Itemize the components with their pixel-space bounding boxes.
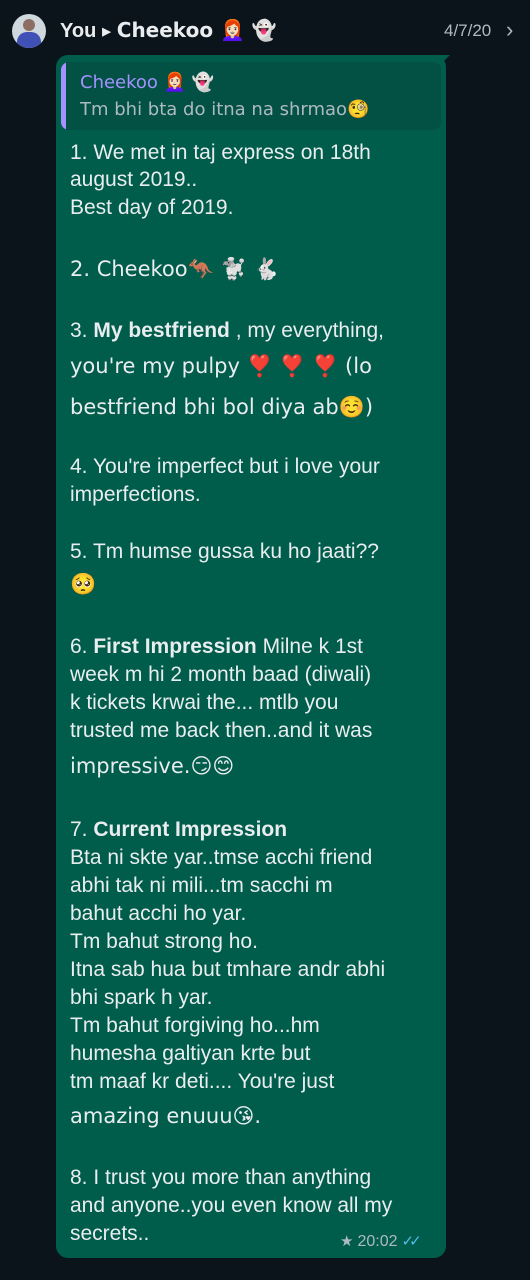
- arrow-right-icon: ▶: [102, 26, 111, 38]
- star-icon: ★: [340, 1233, 354, 1250]
- message-line: imperfections.: [70, 483, 201, 506]
- message-line: you're my pulpy ❣️ ❣️ ❣️ (lo: [70, 354, 372, 378]
- quoted-sender: Cheekoo 👩🏻‍🦰 👻: [80, 72, 215, 93]
- message-date: 4/7/20: [444, 21, 492, 40]
- message-line: tm maaf kr deti.... You're just: [70, 1070, 335, 1093]
- quoted-message[interactable]: Cheekoo 👩🏻‍🦰 👻 Tm bhi bta do itna na shr…: [61, 62, 441, 130]
- recipient-name: Cheekoo 👩🏻‍🦰 👻: [116, 18, 277, 42]
- message-meta: ★ 20:02 ✓✓: [340, 1232, 422, 1251]
- message-line: Itna sab hua but tmhare andr abhi: [70, 958, 386, 981]
- message-line: amazing enuuu😘.: [70, 1104, 262, 1128]
- chat-header: You ▶ Cheekoo 👩🏻‍🦰 👻 4/7/20 ›: [0, 0, 530, 62]
- double-check-icon: ✓✓: [401, 1233, 422, 1250]
- message-line: trusted me back then..and it was: [70, 719, 373, 742]
- message-line: bhi spark h yar.: [70, 986, 213, 1009]
- message-line: and anyone..you even know all my: [70, 1194, 393, 1217]
- chevron-right-icon[interactable]: ›: [506, 17, 513, 43]
- point-number: 6.: [70, 635, 88, 658]
- quote-accent-bar: [61, 62, 66, 130]
- line-tail: Milne k 1st: [262, 635, 363, 658]
- message-line: humesha galtiyan krte but: [70, 1042, 311, 1065]
- message-line: Tm bahut forgiving ho...hm: [70, 1014, 320, 1037]
- message-line: secrets..: [70, 1222, 150, 1245]
- message-line: bahut acchi ho yar.: [70, 902, 247, 925]
- message-line: Best day of 2019.: [70, 196, 234, 219]
- quoted-text: Tm bhi bta do itna na shrmao🧐: [80, 99, 370, 120]
- message-line: week m hi 2 month baad (diwali): [70, 663, 372, 686]
- message-line: k tickets krwai the... mtlb you: [70, 691, 339, 714]
- message-line: 4. You're imperfect but i love your: [70, 455, 380, 478]
- message-line: 2. Cheekoo🦘 🐩 🐇: [70, 257, 280, 281]
- message-line: august 2019..: [70, 168, 198, 191]
- bold-heading: Current Impression: [93, 818, 288, 841]
- message-line: 1. We met in taj express on 18th: [70, 141, 371, 164]
- point-number: 3.: [70, 319, 88, 342]
- message-line: 8. I trust you more than anything: [70, 1166, 372, 1189]
- bold-heading: My bestfriend: [93, 319, 230, 342]
- message-line: abhi tak ni mili...tm sacchi m: [70, 874, 333, 897]
- line-tail: , my everything,: [235, 319, 384, 342]
- message-line: 🥺: [70, 572, 97, 596]
- message-line: 6. First Impression Milne k 1st: [70, 633, 363, 661]
- message-line: Tm bahut strong ho.: [70, 930, 258, 953]
- avatar[interactable]: [12, 14, 46, 48]
- sender-name: You: [60, 20, 97, 42]
- message-line: 5. Tm humse gussa ku ho jaati??: [70, 540, 379, 563]
- message-line: 7. Current Impression: [70, 816, 287, 844]
- bold-heading: First Impression: [93, 635, 257, 658]
- message-time: 20:02: [357, 1233, 398, 1250]
- avatar-body: [17, 32, 41, 48]
- message-line: Bta ni skte yar..tmse acchi friend: [70, 846, 373, 869]
- header-title[interactable]: You ▶ Cheekoo 👩🏻‍🦰 👻: [60, 18, 277, 43]
- point-number: 7.: [70, 818, 88, 841]
- message-line: bestfriend bhi bol diya ab☺️): [70, 395, 374, 419]
- avatar-head: [23, 19, 35, 31]
- message-line: 3. My bestfriend , my everything,: [70, 317, 384, 345]
- message-line: impressive.😏😊: [70, 754, 235, 778]
